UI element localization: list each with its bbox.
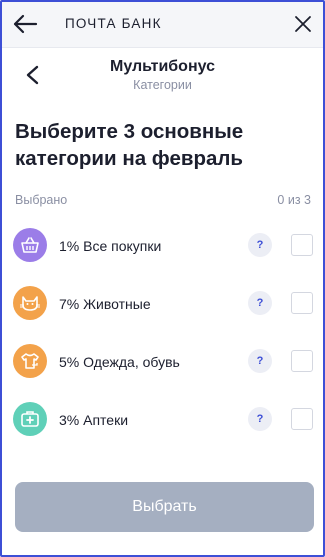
cat-icon	[13, 286, 47, 320]
category-row-pharmacy[interactable]: 3% Аптеки ?	[2, 402, 323, 460]
category-row-animals[interactable]: 7% Животные ?	[2, 286, 323, 344]
help-button[interactable]: ?	[248, 291, 272, 315]
select-button[interactable]: Выбрать	[15, 482, 314, 532]
app-frame: ПОЧТА БАНК Мультибонус Категории Выберит…	[0, 0, 325, 557]
page-subtitle: Категории	[133, 78, 192, 92]
category-checkbox[interactable]	[291, 350, 313, 372]
category-label: 5% Одежда, обувь	[59, 354, 180, 370]
category-row-all-purchases[interactable]: 1% Все покупки ?	[2, 228, 323, 286]
category-checkbox[interactable]	[291, 234, 313, 256]
bank-title: ПОЧТА БАНК	[65, 16, 162, 31]
close-icon[interactable]	[293, 14, 313, 34]
page-title: Мультибонус	[110, 58, 215, 75]
category-label: 7% Животные	[59, 296, 151, 312]
help-button[interactable]: ?	[248, 233, 272, 257]
headline: Выберите 3 основные категории на февраль	[15, 120, 244, 170]
category-row-clothes[interactable]: 5% Одежда, обувь ?	[2, 344, 323, 402]
help-button[interactable]: ?	[248, 407, 272, 431]
top-bar: ПОЧТА БАНК	[2, 2, 323, 48]
pharmacy-icon	[13, 402, 47, 436]
arrow-left-icon[interactable]	[12, 12, 38, 36]
category-label: 1% Все покупки	[59, 238, 162, 254]
clothes-icon	[13, 344, 47, 378]
category-checkbox[interactable]	[291, 408, 313, 430]
selected-count: 0 из 3	[277, 193, 311, 207]
help-button[interactable]: ?	[248, 349, 272, 373]
category-checkbox[interactable]	[291, 292, 313, 314]
category-label: 3% Аптеки	[59, 412, 129, 428]
basket-icon	[13, 228, 47, 262]
selected-label: Выбрано	[15, 193, 68, 207]
